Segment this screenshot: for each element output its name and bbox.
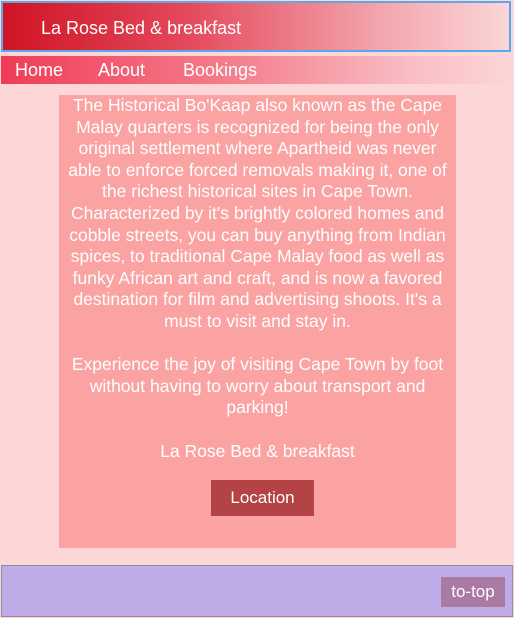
location-button[interactable]: Location (211, 480, 314, 516)
about-content-panel: The Historical Bo'Kaap also known as the… (59, 95, 456, 548)
to-top-button[interactable]: to-top (441, 577, 505, 607)
site-header: La Rose Bed & breakfast (1, 1, 511, 52)
nav-about-link[interactable]: About (98, 60, 145, 80)
walking-experience-text: Experience the joy of visiting Cape Town… (71, 354, 444, 418)
site-title: La Rose Bed & breakfast (41, 18, 242, 38)
bo-kaap-description: The Historical Bo'Kaap also known as the… (68, 95, 447, 331)
nav-bookings-link[interactable]: Bookings (183, 60, 257, 80)
business-name: La Rose Bed & breakfast (160, 440, 355, 461)
nav-home-link[interactable]: Home (15, 60, 63, 80)
page-footer: to-top (1, 565, 513, 617)
main-navigation: Home About Bookings (1, 56, 513, 84)
